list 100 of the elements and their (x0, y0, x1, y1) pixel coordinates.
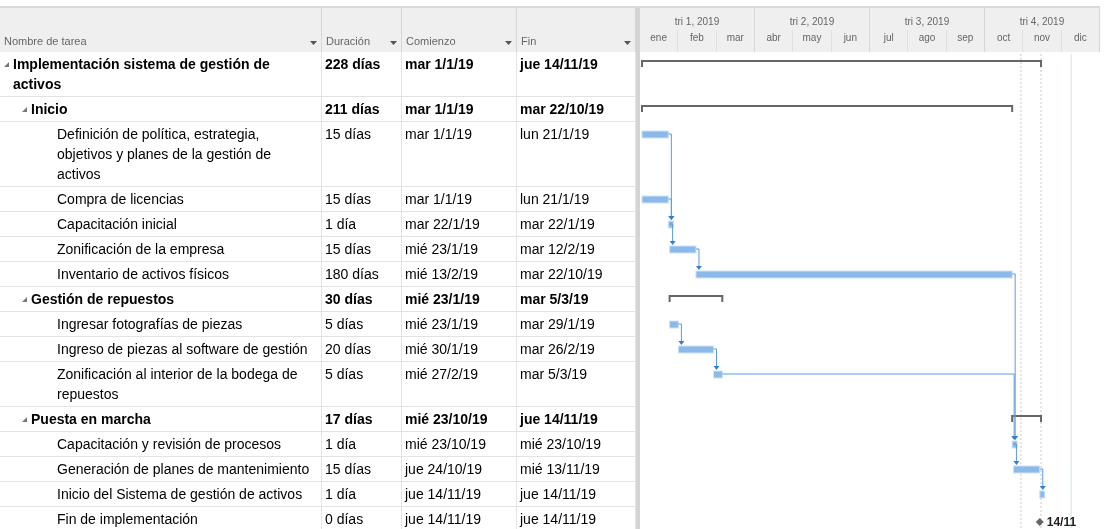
task-bar[interactable] (669, 245, 697, 254)
dropdown-icon[interactable] (310, 41, 317, 45)
table-cell: mar 22/1/19 (405, 216, 480, 232)
table-cell: lun 21/1/19 (520, 126, 590, 142)
month-label: nov (1033, 31, 1051, 45)
table-cell: mié 23/1/19 (405, 291, 480, 307)
table-cell: 15 días (325, 461, 371, 477)
month-label: ago (918, 31, 936, 45)
table-cell: jue 14/11/19 (405, 486, 482, 502)
task-name: Capacitación inicial (57, 215, 177, 234)
summary-bar (1011, 415, 1042, 423)
table-cell: 1 día (325, 216, 357, 232)
table-cell: mar 22/10/19 (520, 266, 603, 282)
table-cell: 0 días (325, 511, 364, 527)
table-cell: mar 1/1/19 (405, 191, 472, 207)
task-name: Inventario de activos físicos (57, 265, 229, 284)
collapse-icon[interactable] (21, 106, 28, 113)
task-bar[interactable] (669, 320, 679, 329)
quarter-label: tri 3, 2019 (904, 15, 950, 29)
dependency-arrow (713, 348, 720, 370)
table-cell: mar 1/1/19 (405, 101, 474, 117)
table-cell: mar 12/2/19 (520, 241, 595, 257)
dependency-arrow (1039, 468, 1046, 490)
dependency-arrow (669, 223, 676, 245)
task-name: Inicio (31, 100, 68, 119)
table-cell: 180 días (325, 266, 379, 282)
task-bar[interactable] (1011, 440, 1018, 449)
start-header[interactable]: Comienzo (406, 32, 456, 49)
table-cell: 5 días (325, 366, 364, 382)
task-bar[interactable] (1012, 465, 1041, 474)
dropdown-icon[interactable] (390, 41, 397, 45)
table-cell: jue 14/11/19 (405, 511, 482, 527)
table-cell: mié 23/1/19 (405, 241, 479, 257)
task-name: Definición de política, estrategia, objetivos y planes de la gestión de activos (57, 125, 273, 184)
table-cell: mar 26/2/19 (520, 341, 595, 357)
task-name-header[interactable]: Nombre de tarea (4, 32, 87, 49)
task-bar[interactable] (677, 345, 714, 354)
dependency-arrow (695, 248, 702, 270)
month-label: ene (650, 31, 667, 45)
table-cell: mié 13/11/19 (520, 461, 600, 477)
task-name: Inicio del Sistema de gestión de activos (57, 485, 303, 504)
collapse-icon[interactable] (3, 61, 10, 68)
task-bar[interactable] (695, 270, 1013, 279)
task-bar[interactable] (713, 370, 723, 379)
task-name: Compra de licencias (57, 190, 184, 209)
table-cell: mar 22/10/19 (520, 101, 605, 117)
table-cell: mar 1/1/19 (405, 56, 474, 72)
table-cell: mar 5/3/19 (520, 366, 587, 382)
task-name: Implementación sistema de gestión de activos (13, 55, 271, 94)
table-cell: 20 días (325, 341, 371, 357)
table-cell: 15 días (325, 241, 371, 257)
collapse-icon[interactable] (21, 416, 28, 423)
dependency-arrow (677, 323, 685, 345)
month-label: feb (690, 31, 704, 45)
table-cell: jue 14/11/19 (520, 56, 598, 72)
table-cell: jue 14/11/19 (520, 486, 597, 502)
month-label: oct (997, 31, 1011, 45)
task-name: Ingreso de piezas al software de gestión (57, 340, 308, 359)
table-cell: lun 21/1/19 (520, 191, 590, 207)
finish-header[interactable]: Fin (521, 32, 537, 49)
milestone-icon[interactable] (1035, 518, 1044, 526)
quarter-label: tri 4, 2019 (1019, 15, 1065, 29)
dropdown-icon[interactable] (505, 41, 512, 45)
task-name: Zonificación al interior de la bodega de repuestos (57, 365, 299, 404)
task-name: Zonificación de la empresa (57, 240, 225, 259)
table-cell: mié 27/2/19 (405, 366, 479, 382)
task-bar[interactable] (641, 130, 669, 139)
table-cell: jue 14/11/19 (520, 511, 597, 527)
task-bar[interactable] (667, 220, 674, 229)
table-cell: 1 día (325, 486, 357, 502)
milestone-label: 14/11 (1046, 515, 1077, 528)
table-cell: mar 29/1/19 (520, 316, 595, 332)
table-cell: mar 1/1/19 (405, 126, 472, 142)
dependency-arrow (1012, 443, 1020, 465)
table-cell: 30 días (325, 291, 373, 307)
table-cell: mar 22/1/19 (520, 216, 595, 232)
table-cell: mié 23/10/19 (520, 436, 601, 452)
task-name: Puesta en marcha (31, 410, 151, 429)
collapse-icon[interactable] (21, 296, 28, 303)
table-cell: 15 días (325, 126, 371, 142)
quarter-label: tri 1, 2019 (674, 15, 720, 29)
table-cell: jue 14/11/19 (520, 411, 598, 427)
table-cell: mié 23/10/19 (405, 436, 486, 452)
table-cell: mié 13/2/19 (405, 266, 479, 282)
quarter-label: tri 2, 2019 (789, 15, 835, 29)
table-cell: mié 30/1/19 (405, 341, 479, 357)
task-name: Capacitación y revisión de procesos (57, 435, 282, 454)
task-bar[interactable] (641, 195, 669, 204)
dropdown-icon[interactable] (624, 41, 631, 45)
table-cell: 15 días (325, 191, 371, 207)
task-bar[interactable] (1039, 490, 1046, 499)
table-cell: mar 5/3/19 (520, 291, 589, 307)
task-name: Ingresar fotografías de piezas (57, 315, 243, 334)
task-name: Gestión de repuestos (31, 290, 175, 309)
table-cell: 17 días (325, 411, 373, 427)
table-cell: 5 días (325, 316, 364, 332)
month-label: jun (843, 31, 857, 45)
table-cell: mié 23/1/19 (405, 316, 479, 332)
month-label: may (802, 31, 822, 45)
task-name: Fin de implementación (57, 510, 198, 529)
